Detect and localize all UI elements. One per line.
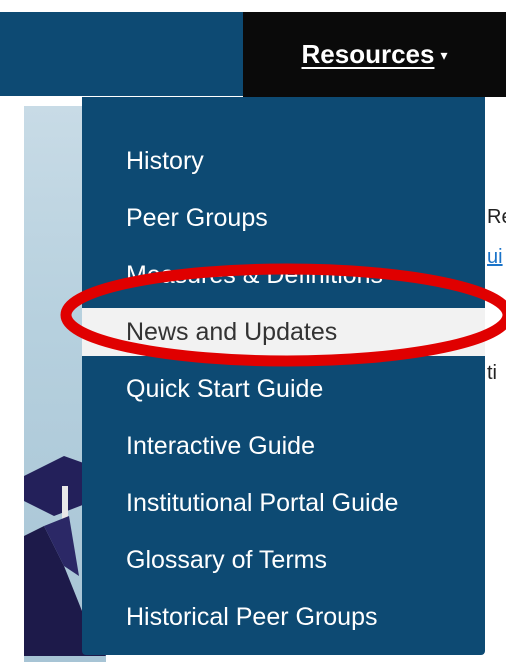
resources-menu-button[interactable]: Resources ▾ [243, 12, 506, 97]
resources-label: Resources [301, 39, 435, 69]
menu-item-historical-peer-groups[interactable]: Historical Peer Groups [82, 593, 485, 641]
menu-item-peer-groups[interactable]: Peer Groups [82, 194, 485, 242]
top-margin [0, 0, 518, 12]
menu-item-news-and-updates[interactable]: News and Updates [82, 308, 485, 356]
background-link[interactable]: ui [487, 246, 503, 269]
background-text: Re [487, 206, 506, 228]
background-text: ti [487, 362, 497, 384]
page-content-behind-menu: Re ui ti [485, 106, 506, 662]
menu-item-history[interactable]: History [82, 137, 485, 185]
menu-item-measures-definitions[interactable]: Measures & Definitions [82, 251, 485, 299]
menu-item-institutional-portal-guide[interactable]: Institutional Portal Guide [82, 479, 485, 527]
menu-item-glossary-of-terms[interactable]: Glossary of Terms [82, 536, 485, 584]
resources-dropdown-menu: History Peer Groups Measures & Definitio… [82, 97, 485, 655]
caret-down-icon: ▾ [440, 47, 448, 63]
menu-item-quick-start-guide[interactable]: Quick Start Guide [82, 365, 485, 413]
right-margin [506, 12, 518, 662]
menu-item-interactive-guide[interactable]: Interactive Guide [82, 422, 485, 470]
